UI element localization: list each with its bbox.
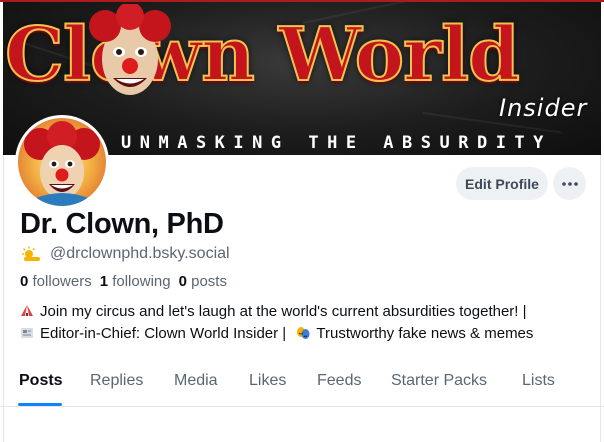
posts-stat: 0 posts: [178, 273, 227, 290]
avatar[interactable]: [15, 115, 109, 209]
avatar-image: [18, 118, 106, 206]
circus-tent-icon: [21, 305, 33, 316]
handle-row: @drclownphd.bsky.social: [20, 245, 230, 263]
ellipsis-icon: [561, 181, 578, 186]
sun-cloud-icon: [22, 246, 40, 261]
following-stat[interactable]: 1 following: [100, 273, 171, 290]
display-name: Dr. Clown, PhD: [20, 208, 224, 240]
banner-subtitle: Insider: [499, 94, 588, 122]
banner-title: Clown World: [4, 11, 521, 99]
followers-stat[interactable]: 0 followers: [20, 273, 92, 290]
tab-posts[interactable]: Posts: [19, 372, 63, 390]
active-tab-indicator: [18, 403, 62, 406]
tab-starter-packs[interactable]: Starter Packs: [391, 372, 487, 390]
theater-masks-icon: [297, 327, 310, 339]
tab-feeds[interactable]: Feeds: [317, 372, 361, 390]
more-options-button[interactable]: [553, 167, 586, 200]
newspaper-icon: [21, 328, 33, 338]
clown-face-illustration: [89, 4, 171, 95]
tab-media[interactable]: Media: [174, 372, 218, 390]
tab-replies[interactable]: Replies: [90, 372, 143, 390]
bio-line: Editor-in-Chief: Clown World Insider | T…: [20, 323, 600, 345]
edit-profile-button[interactable]: Edit Profile: [456, 167, 548, 200]
profile-tabs: Posts Replies Media Likes Feeds Starter …: [0, 366, 604, 407]
profile-bio: Join my circus and let's laugh at the wo…: [20, 301, 600, 345]
tab-lists[interactable]: Lists: [522, 372, 555, 390]
handle[interactable]: @drclownphd.bsky.social: [50, 245, 230, 263]
profile-stats: 0 followers 1 following 0 posts: [20, 273, 227, 290]
bio-line: Join my circus and let's laugh at the wo…: [20, 301, 600, 323]
clown-avatar-illustration: [24, 121, 100, 206]
tab-likes[interactable]: Likes: [249, 372, 286, 390]
banner-tagline: UNMASKING THE ABSURDITY: [121, 133, 552, 153]
